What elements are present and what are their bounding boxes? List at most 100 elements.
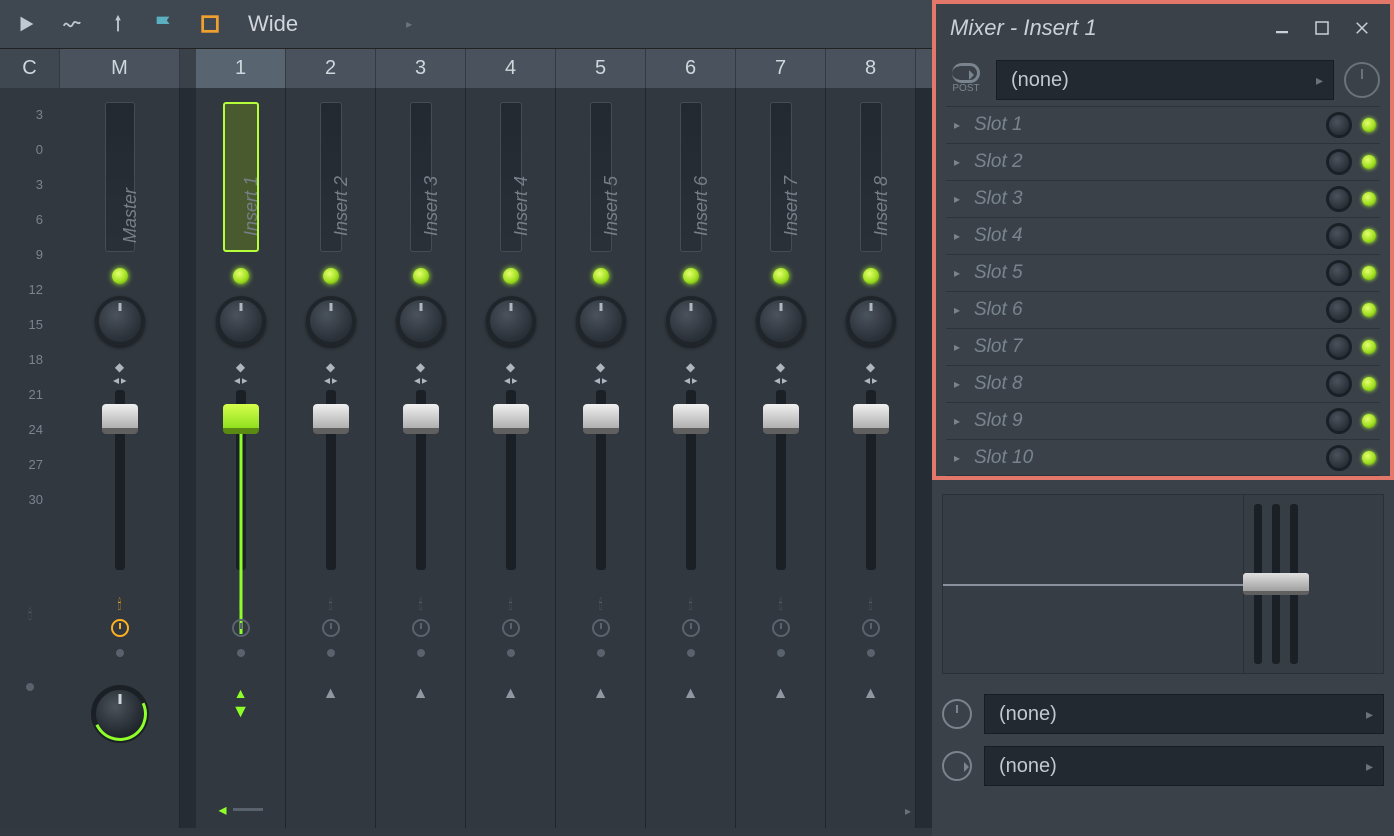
volume-fader[interactable]	[596, 390, 606, 570]
polarity-controls[interactable]: ◆	[113, 360, 127, 384]
slot-mix-knob[interactable]	[1326, 112, 1352, 138]
flag-icon[interactable]	[150, 10, 178, 38]
pan-knob[interactable]	[486, 296, 536, 346]
fx-slot-4[interactable]: ▸Slot 4	[946, 217, 1380, 254]
mute-led[interactable]	[503, 268, 519, 284]
slot-mix-knob[interactable]	[1326, 445, 1352, 471]
slot-mix-knob[interactable]	[1326, 408, 1352, 434]
channel-insert-8[interactable]: Insert 8 ◆ 🕯 ▲ ▸	[826, 88, 916, 828]
clock-icon[interactable]	[682, 619, 700, 637]
maximize-icon[interactable]	[1308, 14, 1336, 42]
pan-knob[interactable]	[396, 296, 446, 346]
clock-icon[interactable]	[942, 699, 972, 729]
header-track-5[interactable]: 5	[556, 49, 646, 88]
route-indicator[interactable]: ▲	[503, 685, 519, 703]
audio-output-select[interactable]: (none)	[984, 746, 1384, 786]
slot-enable-led[interactable]	[1362, 192, 1376, 206]
clock-icon[interactable]	[772, 619, 790, 637]
post-icon[interactable]: POST	[946, 63, 986, 97]
polarity-controls[interactable]: ◆	[774, 360, 788, 384]
candle-icon[interactable]: 🕯	[329, 596, 333, 613]
candle-icon[interactable]: 🕯	[28, 606, 32, 623]
header-track-4[interactable]: 4	[466, 49, 556, 88]
mute-led[interactable]	[233, 268, 249, 284]
input-latency-icon[interactable]	[1344, 62, 1380, 98]
clock-icon[interactable]	[412, 619, 430, 637]
route-indicator[interactable]: ▲ ▼	[232, 685, 250, 722]
fx-slot-10[interactable]: ▸Slot 10	[946, 439, 1380, 476]
volume-fader[interactable]	[236, 390, 246, 570]
channel-insert-2[interactable]: Insert 2 ◆ 🕯 ▲	[286, 88, 376, 828]
time-output-select[interactable]: (none)	[984, 694, 1384, 734]
slot-mix-knob[interactable]	[1326, 260, 1352, 286]
polarity-controls[interactable]: ◆	[234, 360, 248, 384]
route-indicator[interactable]: ▲	[593, 685, 609, 703]
pan-knob[interactable]	[216, 296, 266, 346]
dot-indicator[interactable]	[777, 649, 785, 657]
slot-enable-led[interactable]	[1362, 118, 1376, 132]
candle-icon[interactable]: 🕯	[599, 596, 603, 613]
slot-enable-led[interactable]	[1362, 377, 1376, 391]
dot-indicator[interactable]	[116, 649, 124, 657]
route-indicator[interactable]: ▲	[413, 685, 429, 703]
chevron-right-icon[interactable]: ▸	[905, 804, 911, 818]
slot-mix-knob[interactable]	[1326, 223, 1352, 249]
slot-mix-knob[interactable]	[1326, 334, 1352, 360]
polarity-controls[interactable]: ◆	[864, 360, 878, 384]
pan-knob[interactable]	[576, 296, 626, 346]
channel-insert-1[interactable]: Insert 1 ◆ 🕯 ▲ ▼ ◂	[196, 88, 286, 828]
route-indicator[interactable]: ▲	[863, 685, 879, 703]
mute-led[interactable]	[593, 268, 609, 284]
eq-section[interactable]	[942, 494, 1384, 674]
mute-led[interactable]	[683, 268, 699, 284]
slot-enable-led[interactable]	[1362, 451, 1376, 465]
clock-icon[interactable]	[111, 619, 129, 637]
chevron-right-icon[interactable]: ▸	[406, 17, 412, 31]
minimize-icon[interactable]	[1268, 14, 1296, 42]
slot-mix-knob[interactable]	[1326, 149, 1352, 175]
dot-indicator[interactable]	[867, 649, 875, 657]
mute-led[interactable]	[323, 268, 339, 284]
channel-master[interactable]: Master ◆ 🕯	[60, 88, 180, 828]
channel-insert-5[interactable]: Insert 5 ◆ 🕯 ▲	[556, 88, 646, 828]
play-icon[interactable]	[12, 10, 40, 38]
input-select[interactable]: (none)	[996, 60, 1334, 100]
fx-slot-3[interactable]: ▸Slot 3	[946, 180, 1380, 217]
header-track-3[interactable]: 3	[376, 49, 466, 88]
route-indicator[interactable]: ▲	[323, 685, 339, 703]
pan-knob[interactable]	[306, 296, 356, 346]
send-knob[interactable]	[91, 685, 149, 743]
rect-icon[interactable]	[196, 10, 224, 38]
polarity-controls[interactable]: ◆	[414, 360, 428, 384]
fx-slot-2[interactable]: ▸Slot 2	[946, 143, 1380, 180]
pan-knob[interactable]	[756, 296, 806, 346]
fx-slot-8[interactable]: ▸Slot 8	[946, 365, 1380, 402]
volume-fader[interactable]	[506, 390, 516, 570]
slot-mix-knob[interactable]	[1326, 186, 1352, 212]
eq-graph[interactable]	[943, 495, 1243, 673]
slot-mix-knob[interactable]	[1326, 297, 1352, 323]
dot-indicator[interactable]	[597, 649, 605, 657]
header-current[interactable]: C	[0, 49, 60, 88]
dot-indicator[interactable]	[237, 649, 245, 657]
mute-led[interactable]	[413, 268, 429, 284]
dot-indicator[interactable]	[417, 649, 425, 657]
candle-icon[interactable]: 🕯	[689, 596, 693, 613]
slot-enable-led[interactable]	[1362, 229, 1376, 243]
mute-led[interactable]	[773, 268, 789, 284]
channel-insert-7[interactable]: Insert 7 ◆ 🕯 ▲	[736, 88, 826, 828]
fx-slot-1[interactable]: ▸Slot 1	[946, 106, 1380, 143]
clock-icon[interactable]	[862, 619, 880, 637]
channel-insert-4[interactable]: Insert 4 ◆ 🕯 ▲	[466, 88, 556, 828]
pan-knob[interactable]	[95, 296, 145, 346]
fx-slot-7[interactable]: ▸Slot 7	[946, 328, 1380, 365]
candle-icon[interactable]: 🕯	[118, 596, 122, 613]
mute-led[interactable]	[112, 268, 128, 284]
dot-indicator[interactable]	[687, 649, 695, 657]
candle-icon[interactable]: 🕯	[419, 596, 423, 613]
pan-knob[interactable]	[666, 296, 716, 346]
channel-insert-6[interactable]: Insert 6 ◆ 🕯 ▲	[646, 88, 736, 828]
volume-fader[interactable]	[326, 390, 336, 570]
dot-indicator[interactable]	[507, 649, 515, 657]
header-track-8[interactable]: 8	[826, 49, 916, 88]
